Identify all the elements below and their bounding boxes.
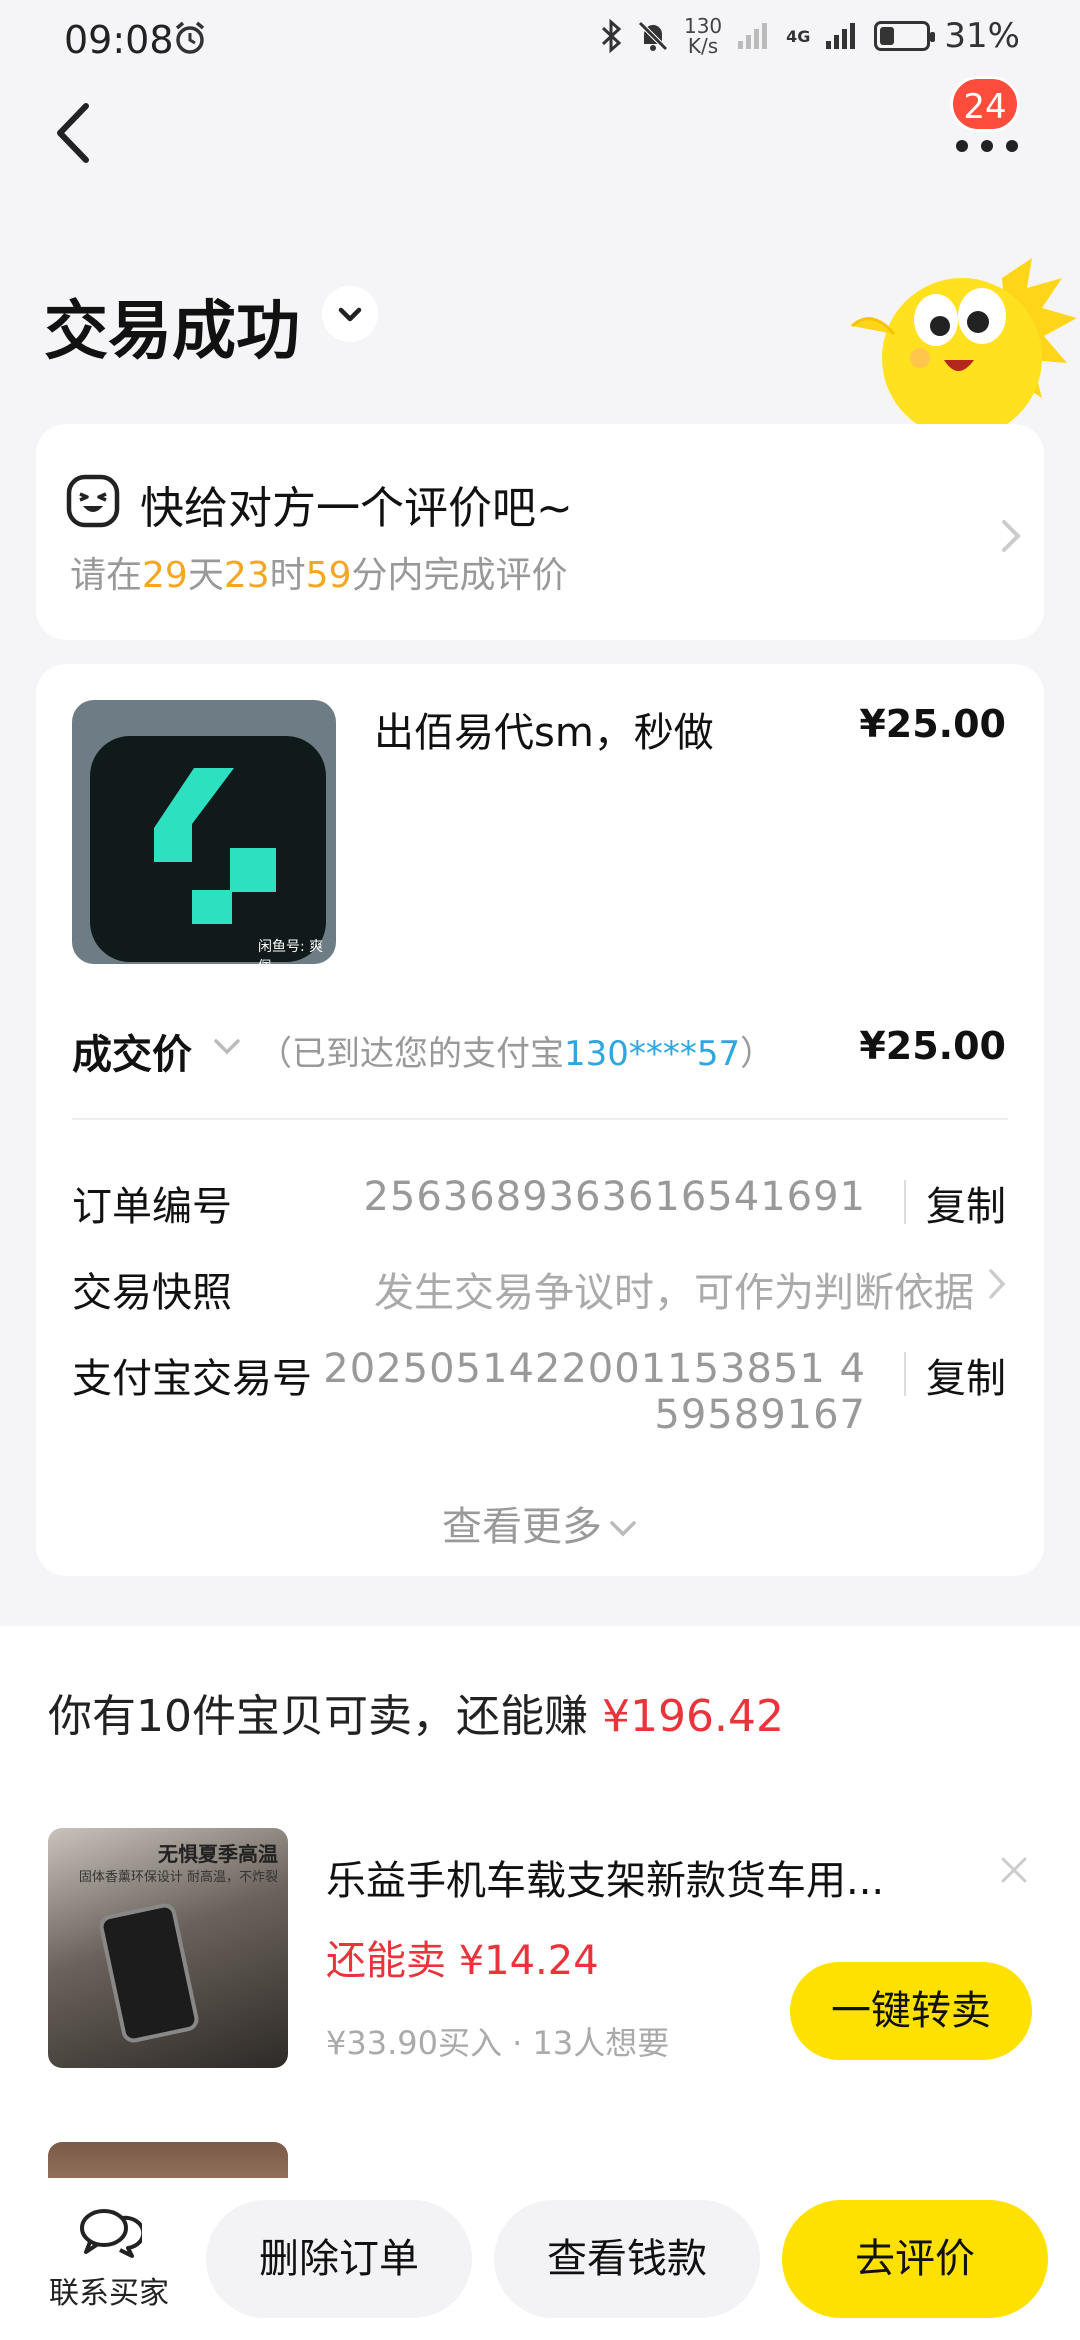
recommended-item-thumbnail[interactable]: 无惧夏季高温 固体香薰环保设计 耐高温，不炸裂 [48, 1828, 288, 2068]
chevron-right-icon[interactable] [986, 1266, 1008, 1302]
bottom-action-bar: 联系买家 删除订单 查看钱款 去评价 [0, 2178, 1080, 2340]
separator [904, 1352, 906, 1396]
snapshot-label[interactable]: 交易快照 [72, 1260, 232, 1318]
deal-payment-note: （已到达您的支付宝130****57） [258, 1026, 774, 1075]
review-days-unit: 天 [187, 555, 224, 596]
cell-signal-icon [826, 23, 856, 49]
resell-title: 你有10件宝贝可卖，还能赚 ¥196.42 [48, 1680, 784, 1744]
view-more-button[interactable]: 查看更多 [36, 1494, 1044, 1552]
smile-face-icon [66, 474, 120, 528]
review-hours-unit: 时 [269, 555, 306, 596]
resell-price: 还能卖 ¥14.24 [326, 1938, 599, 1984]
chat-bubbles-icon [80, 2209, 142, 2258]
product-thumbnail[interactable]: 闲鱼号: 爽佩 [72, 700, 336, 964]
divider [72, 1118, 1008, 1120]
review-title: 快给对方一个评价吧~ [140, 483, 573, 534]
copy-alipay-number-button[interactable]: 复制 [926, 1346, 1006, 1404]
status-bar: 09:08 130 K/s 4G 31% [0, 0, 1080, 75]
view-more-label: 查看更多 [442, 1504, 602, 1550]
recommended-item-meta: ¥33.90买入 · 13人想要 [326, 2024, 670, 2062]
phone-mount-image [97, 1901, 201, 2045]
chevron-down-icon [610, 1521, 636, 1537]
deal-note-prefix: （已到达您的支付宝 [258, 1034, 564, 1074]
net-speed-value: 130 [683, 14, 723, 38]
alipay-trade-number-line2: 59589167 [654, 1392, 866, 1438]
wifi-signal-icon [738, 23, 768, 49]
back-icon[interactable] [50, 100, 96, 166]
copy-order-number-button[interactable]: 复制 [926, 1174, 1006, 1232]
network-type: 4G [786, 26, 811, 46]
contact-buyer-label: 联系买家 [49, 2276, 169, 2311]
chevron-right-icon [1002, 520, 1021, 552]
message-count-badge: 24 [950, 76, 1020, 132]
battery-percent: 31% [944, 16, 1020, 56]
review-sub-prefix: 请在 [70, 555, 143, 596]
delete-order-button[interactable]: 删除订单 [206, 2200, 472, 2318]
recommended-item-title[interactable]: 乐益手机车载支架新款货车用... [326, 1848, 884, 1906]
product-name[interactable]: 出佰易代sm，秒做 [374, 700, 714, 758]
page-title: 交易成功 [44, 295, 300, 369]
thumbnail-watermark: 闲鱼号: 爽佩 [258, 939, 324, 964]
bluetooth-icon [601, 19, 622, 53]
alipay-trade-number-label: 支付宝交易号 [72, 1356, 312, 1402]
battery-icon [874, 21, 936, 51]
resell-amount: ¥196.42 [601, 1691, 784, 1742]
review-hours: 23 [223, 555, 270, 596]
close-icon[interactable] [998, 1854, 1030, 1886]
review-prompt-card[interactable]: 快给对方一个评价吧~ 请在29天23时59分内完成评价 [36, 424, 1044, 640]
review-minutes: 59 [305, 555, 352, 596]
view-payment-button[interactable]: 查看钱款 [494, 2200, 760, 2318]
status-icons: 130 K/s 4G 31% [600, 16, 1020, 56]
review-sub-suffix: 分内完成评价 [351, 555, 568, 596]
alipay-account: 130****57 [564, 1034, 741, 1074]
resell-title-prefix: 你有10件宝贝可卖，还能赚 [48, 1691, 602, 1742]
contact-buyer-button[interactable]: 联系买家 [44, 2204, 174, 2312]
thumbnail-tag: 无惧夏季高温 [158, 1842, 278, 1866]
status-time: 09:08 [64, 18, 174, 62]
go-review-button[interactable]: 去评价 [782, 2200, 1048, 2318]
order-number-label: 订单编号 [72, 1184, 232, 1230]
product-logo-icon [154, 768, 276, 924]
chevron-down-icon[interactable] [212, 1036, 242, 1058]
order-details-card: 闲鱼号: 爽佩 出佰易代sm，秒做 ¥25.00 成交价 （已到达您的支付宝13… [36, 664, 1044, 1576]
one-click-resell-button[interactable]: 一键转卖 [790, 1962, 1032, 2060]
alarm-icon [175, 21, 205, 54]
deal-note-suffix: ） [740, 1034, 775, 1074]
net-speed-unit: K/s [687, 34, 719, 58]
thumbnail-tag-sub: 固体香薰环保设计 耐高温，不炸裂 [78, 1870, 278, 1885]
deal-price: ¥25.00 [859, 1024, 1006, 1068]
mute-bell-icon [638, 21, 668, 51]
alipay-trade-number-line1: 2025051422001153851 4 [323, 1346, 866, 1392]
snapshot-description[interactable]: 发生交易争议时，可作为判断依据 [374, 1260, 974, 1318]
separator [904, 1180, 906, 1224]
fish-mascot-icon [850, 258, 1077, 428]
review-days: 29 [142, 555, 188, 596]
order-number: 2563689363616541691 [363, 1174, 866, 1220]
net-speed: 130 K/s [684, 16, 722, 56]
product-price: ¥25.00 [859, 702, 1006, 746]
chevron-down-icon[interactable] [322, 286, 378, 342]
deal-price-label[interactable]: 成交价 [72, 1022, 192, 1080]
review-deadline: 请在29天23时59分内完成评价 [70, 546, 568, 598]
